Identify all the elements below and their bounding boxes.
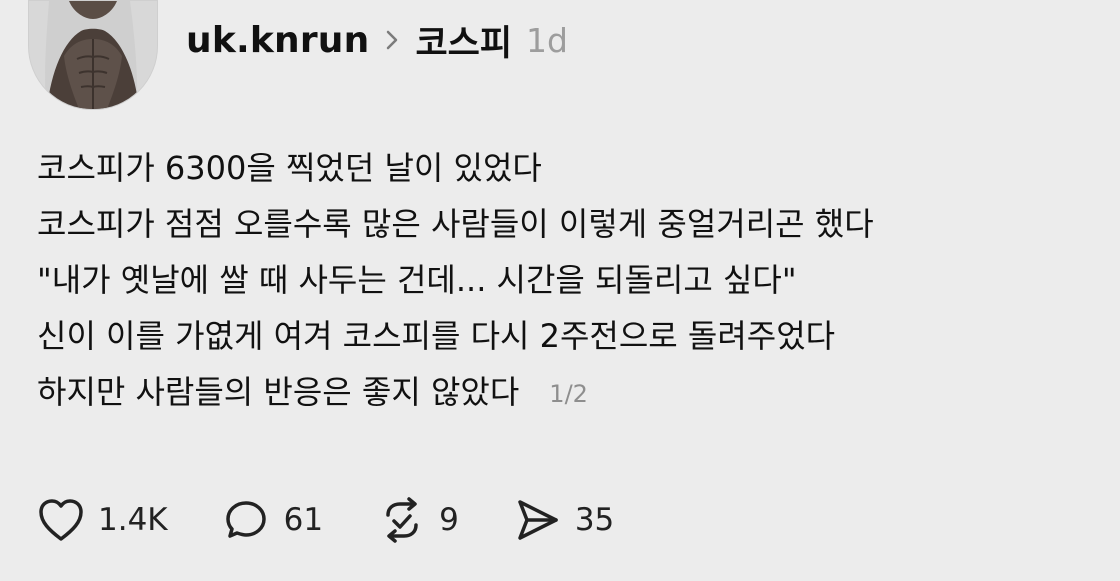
post-line: 코스피가 6300을 찍었던 날이 있었다 [37,149,542,187]
like-button[interactable]: 1.4K [34,496,168,544]
community-name[interactable]: 코스피 [415,15,512,66]
share-count: 35 [574,502,615,538]
post-line-with-pagination: 하지만 사람들의 반응은 좋지 않았다 1/2 [37,364,1097,422]
comment-count: 61 [283,502,324,538]
pagination-indicator: 1/2 [549,380,588,408]
post-actions: 1.4K 61 9 35 [34,496,614,544]
post-body: 코스피가 6300을 찍었던 날이 있었다 코스피가 점점 오를수록 많은 사람… [37,140,1097,422]
repost-icon [375,496,429,544]
repost-count: 9 [439,502,459,538]
post-line: 하지만 사람들의 반응은 좋지 않았다 [37,373,520,411]
repost-button[interactable]: 9 [375,496,459,544]
avatar[interactable] [28,0,158,110]
comment-icon [220,496,274,544]
post-line: 코스피가 점점 오를수록 많은 사람들이 이렇게 중얼거리곤 했다 [37,205,874,243]
author-username[interactable]: uk.knrun [186,20,369,61]
post-header: uk.knrun 코스피 1d [186,18,568,64]
post-age: 1d [526,20,568,60]
share-button[interactable]: 35 [511,496,614,544]
post-line: "내가 옛날에 쌀 때 사두는 건데... 시간을 되돌리고 싶다" [37,261,797,299]
profile-photo-icon [29,1,157,109]
like-count: 1.4K [98,502,168,538]
post-card: uk.knrun 코스피 1d 코스피가 6300을 찍었던 날이 있었다 코스… [0,0,1120,581]
heart-icon [34,496,88,544]
comment-button[interactable]: 61 [220,496,323,544]
chevron-right-icon [383,28,401,52]
post-line: 신이 이를 가엾게 여겨 코스피를 다시 2주전으로 돌려주었다 [37,317,836,355]
send-icon [511,496,565,544]
